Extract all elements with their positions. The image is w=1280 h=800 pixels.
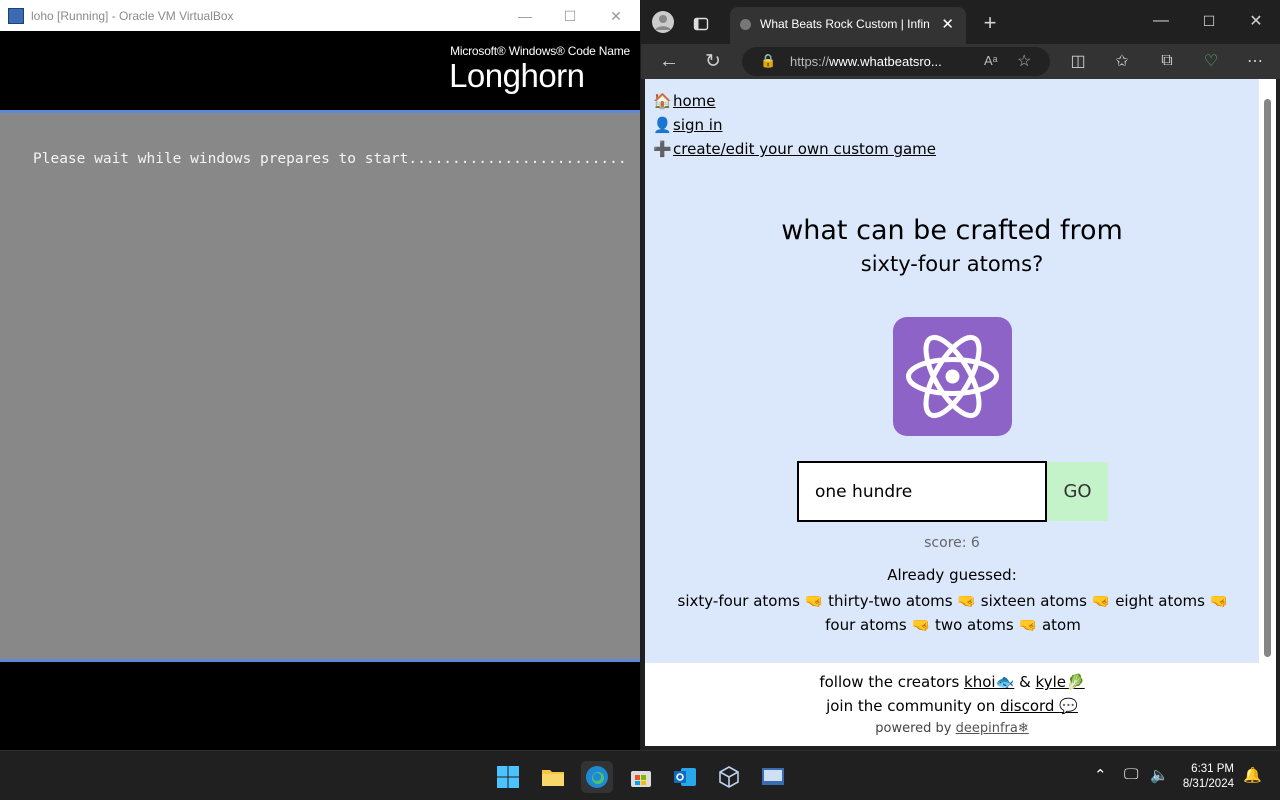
boot-message: Please wait while windows prepares to st… [33, 151, 627, 167]
taskbar: ⌃ 🖵 🔈 6:31 PM 8/31/2024 🔔 [0, 750, 1280, 800]
address-bar[interactable]: 🔒 https://www.whatbeatsro... Aᵃ ☆ [742, 47, 1050, 76]
close-tab-icon[interactable]: ✕ [941, 15, 954, 33]
user-icon: 👤 [653, 116, 672, 134]
scrollbar-thumb[interactable] [1264, 99, 1271, 657]
powered-line: powered by deepinfra❄ [875, 721, 1029, 736]
discord-link[interactable]: discord 💬 [1000, 697, 1078, 715]
virtualbox-app-icon [8, 8, 24, 24]
vbox-title: loho [Running] - Oracle VM VirtualBox [31, 9, 234, 23]
close-icon[interactable]: ✕ [1242, 7, 1270, 35]
fist-icon: 🤜 [1091, 592, 1111, 610]
sign-in-link[interactable]: 👤sign in [653, 113, 936, 137]
tray-chevron-icon[interactable]: ⌃ [1094, 766, 1107, 784]
home-icon: 🏠 [653, 92, 672, 110]
speech-bubble-icon: 💬 [1059, 697, 1078, 715]
start-windows-icon[interactable] [492, 761, 524, 793]
address-row: ← ↻ 🔒 https://www.whatbeatsro... Aᵃ ☆ ◫ … [641, 44, 1280, 79]
fist-icon: 🤜 [911, 616, 931, 634]
tab-active[interactable]: What Beats Rock Custom | Infinite ✕ [730, 7, 966, 44]
atom-icon [893, 317, 1012, 436]
vm-display[interactable]: Microsoft® Windows® Code Name Longhorn P… [0, 31, 640, 750]
page-scrollbar[interactable] [1259, 79, 1276, 746]
community-line: join the community on discord 💬 [826, 697, 1078, 715]
new-tab-icon[interactable]: + [976, 9, 1004, 37]
question-subject: sixty-four atoms? [860, 252, 1044, 276]
question-title: what can be crafted from [781, 215, 1123, 246]
already-guessed-label: Already guessed: [887, 566, 1017, 584]
profile-avatar-icon[interactable] [649, 8, 677, 36]
minimize-icon[interactable]: — [1147, 7, 1175, 35]
tab-actions-icon[interactable] [687, 10, 715, 38]
clock-time: 6:31 PM [1191, 763, 1234, 775]
guess-item: atom [1041, 616, 1081, 634]
khoi-link[interactable]: khoi🐟 [964, 673, 1014, 691]
fist-icon: 🤜 [804, 592, 824, 610]
boot-band: Please wait while windows prepares to st… [0, 110, 640, 662]
maximize-icon[interactable]: ☐ [1195, 7, 1223, 35]
logo-line1: Microsoft® Windows® Code Name [450, 44, 630, 58]
logo-line2: Longhorn [449, 57, 585, 94]
more-menu-icon[interactable]: ⋯ [1241, 47, 1269, 75]
notification-bell-icon[interactable]: 🔔 [1243, 766, 1262, 784]
plus-icon: ➕ [653, 140, 672, 158]
favorite-star-icon[interactable]: ☆ [1017, 51, 1031, 71]
vbox-titlebar[interactable]: loho [Running] - Oracle VM VirtualBox — … [0, 0, 640, 31]
deepinfra-link[interactable]: deepinfra❄ [956, 721, 1029, 736]
home-link[interactable]: 🏠home [653, 89, 936, 113]
web-page: 🏠home 👤sign in ➕create/edit your own cus… [645, 79, 1259, 746]
virtualbox-cube-icon[interactable] [713, 761, 745, 793]
edge-window: What Beats Rock Custom | Infinite ✕ + — … [641, 0, 1280, 750]
lock-icon: 🔒 [760, 53, 777, 68]
longhorn-logo: Microsoft® Windows® Code Name Longhorn [449, 44, 630, 94]
favorites-icon[interactable]: ✩ [1108, 47, 1136, 75]
volume-icon[interactable]: 🔈 [1150, 766, 1169, 784]
fist-icon: 🤜 [957, 592, 977, 610]
tab-bar: What Beats Rock Custom | Infinite ✕ + — … [641, 0, 1280, 44]
url-text: https://www.whatbeatsro... [790, 54, 942, 69]
guess-item: sixteen atoms [980, 592, 1087, 610]
back-icon[interactable]: ← [655, 47, 683, 75]
go-button[interactable]: GO [1047, 462, 1108, 521]
snowflake-icon: ❄ [1017, 721, 1029, 736]
clock[interactable]: 6:31 PM 8/31/2024 [1183, 762, 1234, 792]
collections-icon[interactable]: ⧉ [1153, 47, 1181, 75]
guess-item: thirty-two atoms [828, 592, 953, 610]
lettuce-icon: 🥬 [1065, 673, 1085, 691]
page-footer: follow the creators khoi🐟 & kyle🥬 join t… [645, 663, 1259, 746]
network-icon[interactable]: 🖵 [1124, 766, 1138, 783]
score-text: score: 6 [924, 535, 980, 551]
close-icon[interactable]: ✕ [596, 4, 636, 28]
guess-item: eight atoms [1115, 592, 1205, 610]
guess-input[interactable] [797, 461, 1047, 522]
edge-icon[interactable] [581, 761, 613, 793]
fist-icon: 🤜 [1018, 616, 1038, 634]
file-explorer-icon[interactable] [537, 761, 569, 793]
guess-chain: sixty-four atoms 🤜 thirty-two atoms 🤜 si… [663, 589, 1243, 637]
create-game-link[interactable]: ➕create/edit your own custom game [653, 137, 936, 161]
maximize-icon[interactable]: ☐ [550, 4, 590, 28]
outlook-icon[interactable] [669, 761, 701, 793]
store-icon[interactable] [625, 761, 657, 793]
vm-session-icon[interactable] [757, 761, 789, 793]
browser-essentials-icon[interactable]: ♡ [1197, 47, 1225, 75]
virtualbox-window: loho [Running] - Oracle VM VirtualBox — … [0, 0, 640, 750]
guess-item: sixty-four atoms [677, 592, 800, 610]
refresh-icon[interactable]: ↻ [699, 47, 727, 75]
creators-line: follow the creators khoi🐟 & kyle🥬 [819, 673, 1085, 691]
guess-item: four atoms [825, 616, 907, 634]
read-aloud-icon[interactable]: Aᵃ [984, 53, 998, 68]
nav-links: 🏠home 👤sign in ➕create/edit your own cus… [653, 89, 936, 161]
fish-icon: 🐟 [995, 673, 1015, 691]
split-screen-icon[interactable]: ◫ [1064, 47, 1092, 75]
clock-date: 8/31/2024 [1182, 778, 1234, 790]
minimize-icon[interactable]: — [505, 4, 545, 28]
tab-title: What Beats Rock Custom | Infinite [760, 17, 930, 31]
fist-icon: 🤜 [1209, 592, 1229, 610]
favicon-icon [740, 19, 751, 30]
guess-item: two atoms [934, 616, 1014, 634]
kyle-link[interactable]: kyle🥬 [1036, 673, 1085, 691]
